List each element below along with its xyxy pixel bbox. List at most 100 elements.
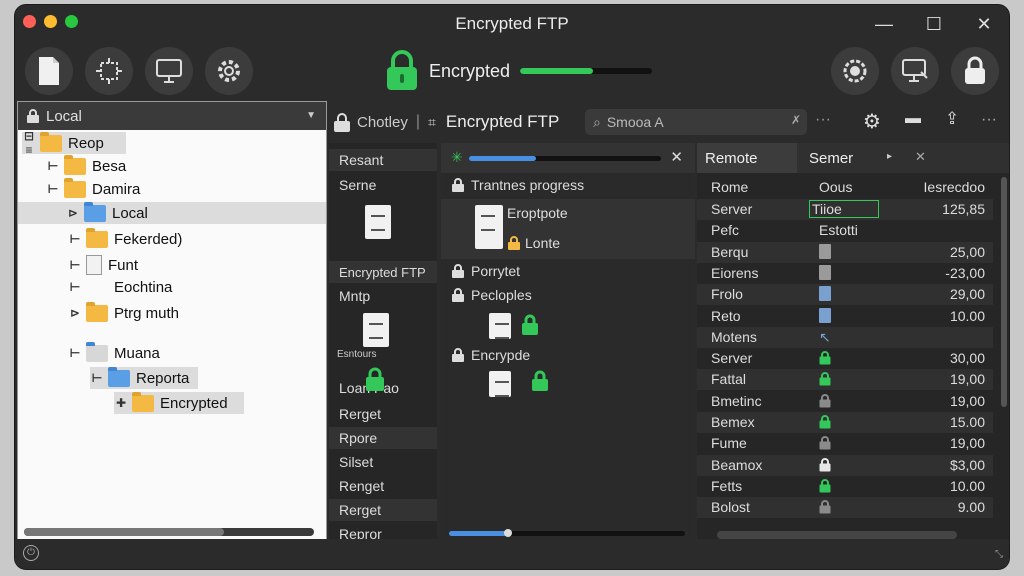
settings-button[interactable] (205, 47, 253, 95)
remote-screen-button[interactable] (891, 47, 939, 95)
lock-icon (819, 478, 831, 496)
table-row[interactable]: Berqu 25,00 (697, 241, 993, 263)
resize-grip-icon[interactable]: ⤡ (995, 549, 1003, 560)
monitor-icon (156, 59, 182, 83)
local-horizontal-scrollbar[interactable] (24, 528, 314, 536)
path-bar: Chotley | ⌗ Encrypted FTP ⌕ ✗ ··· ⚙ ▬ ⇪ … (333, 105, 1009, 139)
title-bar: Encrypted FTP — ☐ ✕ (15, 5, 1009, 43)
remote-panel: Remote Semer ▸ ✕ Rome Oous Iesrecdoo Ser… (697, 143, 1009, 543)
table-row[interactable]: Reto 10.00 (697, 306, 993, 327)
row-size: 19,00 (949, 435, 985, 452)
table-row[interactable]: Server 30,00 (697, 348, 993, 369)
upload-icon[interactable]: ⇪ (945, 109, 959, 129)
table-row[interactable]: Server Tiioe 125,85 (697, 199, 993, 220)
gear-icon (218, 60, 240, 82)
table-row[interactable]: Fume 19,00 (697, 433, 993, 454)
local-title: Local (46, 107, 82, 125)
tree-node[interactable]: ⊟ ≡ Reop (22, 129, 126, 157)
folder-blue-icon (84, 201, 106, 222)
table-row[interactable]: Fattal 19,00 (697, 369, 993, 391)
clear-icon[interactable]: ✗ (791, 113, 801, 127)
tree-node[interactable]: ✚ Encrypted (114, 391, 244, 414)
collapse-icon[interactable]: ✕ (915, 149, 926, 165)
search-icon: ⌕ (593, 113, 601, 130)
table-row[interactable]: Beamox $3,00 (697, 454, 993, 476)
row-name: Fetts (711, 477, 743, 494)
table-row[interactable]: Eiorens -23,00 (697, 263, 993, 284)
local-panel: Local ▼ ⊟ ≡ Reop ⊢ Besa ⊢ Damira ⊳ Local ⊢ Fe… (17, 101, 327, 541)
list-item[interactable]: Rerget (329, 499, 437, 521)
document-icon (819, 286, 831, 304)
more-icon[interactable]: ··· (815, 111, 831, 129)
bottom-progress-bar[interactable] (449, 529, 685, 537)
sync-gear-icon (843, 59, 867, 83)
tab-server[interactable]: Semer (801, 143, 853, 173)
transfer-panel: ✳ ✕ Trantnes progress Eroptpote Lonte Po… (441, 143, 695, 543)
sync-button[interactable] (831, 47, 879, 95)
tree-node[interactable]: ⊢ Eochtina (68, 276, 173, 298)
table-row[interactable]: Motens ↖ (697, 326, 993, 348)
tree-node[interactable]: ⊢ Damira (46, 177, 140, 200)
row-name: Fume (711, 435, 747, 452)
tree-node[interactable]: ⊢ Reporta (90, 366, 198, 389)
table-row[interactable]: Fetts 10.00 (697, 476, 993, 497)
table-row[interactable]: Bmetinc 19,00 (697, 391, 993, 412)
folder-blue-icon (108, 366, 130, 387)
tree-node[interactable]: ⊢ Besa (46, 154, 126, 177)
remote-vertical-scrollbar[interactable] (1001, 177, 1007, 407)
search-box[interactable]: ⌕ ✗ (585, 109, 807, 135)
lock-icon (334, 113, 350, 132)
minimize-icon[interactable]: — (873, 13, 895, 35)
folder-icon (86, 301, 108, 322)
tree-node[interactable]: ⊢ Fekerded) (68, 227, 182, 250)
transfer-item[interactable]: Pecloples (451, 287, 532, 303)
remote-horizontal-scrollbar[interactable] (717, 531, 957, 539)
list-item[interactable]: Mntp (329, 285, 437, 307)
document-icon (819, 264, 831, 283)
cancel-transfer-icon[interactable]: ✕ (670, 148, 683, 166)
local-header[interactable]: Local ▼ (18, 102, 326, 130)
list-item[interactable]: Resant (329, 149, 437, 171)
transfer-item[interactable]: Porrytet (451, 263, 520, 279)
lock-icon (452, 288, 464, 302)
column-type[interactable]: Oous (819, 179, 852, 195)
spinner-icon: ✳ (451, 149, 463, 165)
table-row[interactable]: Frolo 29,00 (697, 284, 993, 306)
progress-knob[interactable] (504, 529, 512, 537)
table-row[interactable]: Bemex 15.00 (697, 412, 993, 433)
overflow-icon[interactable]: ··· (981, 111, 997, 129)
transfer-item[interactable]: Encrypde (451, 347, 530, 363)
column-size[interactable]: Iesrecdoo (924, 179, 985, 195)
table-row[interactable]: Bolost 9.00 (697, 497, 993, 519)
image-folder-icon (86, 341, 108, 362)
tab-remote[interactable]: Remote (697, 143, 797, 173)
path-user[interactable]: Chotley (357, 114, 408, 131)
list-item[interactable]: Serne (329, 174, 437, 196)
tree-node[interactable]: ⊳ Ptrg muth (68, 301, 179, 324)
power-icon[interactable]: ⏻ (23, 545, 39, 561)
settings-gear-icon[interactable]: ⚙ (863, 109, 881, 134)
monitor-button[interactable] (145, 47, 193, 95)
window-controls: — ☐ ✕ (873, 13, 995, 35)
list-item[interactable]: Renget (329, 475, 437, 497)
list-item[interactable]: Silset (329, 451, 437, 473)
list-item[interactable]: Encrypted FTP (329, 261, 437, 283)
video-icon[interactable]: ▬ (905, 110, 921, 128)
search-input[interactable] (606, 114, 767, 130)
list-item[interactable]: Rerget (329, 403, 437, 425)
tree-node-selected[interactable]: ⊳ Local (18, 201, 326, 224)
column-name[interactable]: Rome (711, 179, 748, 195)
list-item[interactable]: Rpore (329, 427, 437, 449)
close-icon[interactable]: ✕ (973, 13, 995, 35)
row-name: Fattal (711, 371, 747, 388)
tree-node[interactable]: ⊢ Funt (68, 254, 138, 276)
tree-node[interactable]: ⊢ Muana (68, 341, 160, 364)
maximize-icon[interactable]: ☐ (923, 13, 945, 35)
connect-button[interactable] (85, 47, 133, 95)
row-name: Server (711, 201, 753, 217)
chevron-right-icon[interactable]: ▸ (887, 151, 892, 162)
table-row[interactable]: Pefc Estotti (697, 220, 993, 241)
new-file-button[interactable] (25, 47, 73, 95)
lock-button[interactable] (951, 47, 999, 95)
chevron-down-icon[interactable]: ▼ (306, 110, 316, 121)
